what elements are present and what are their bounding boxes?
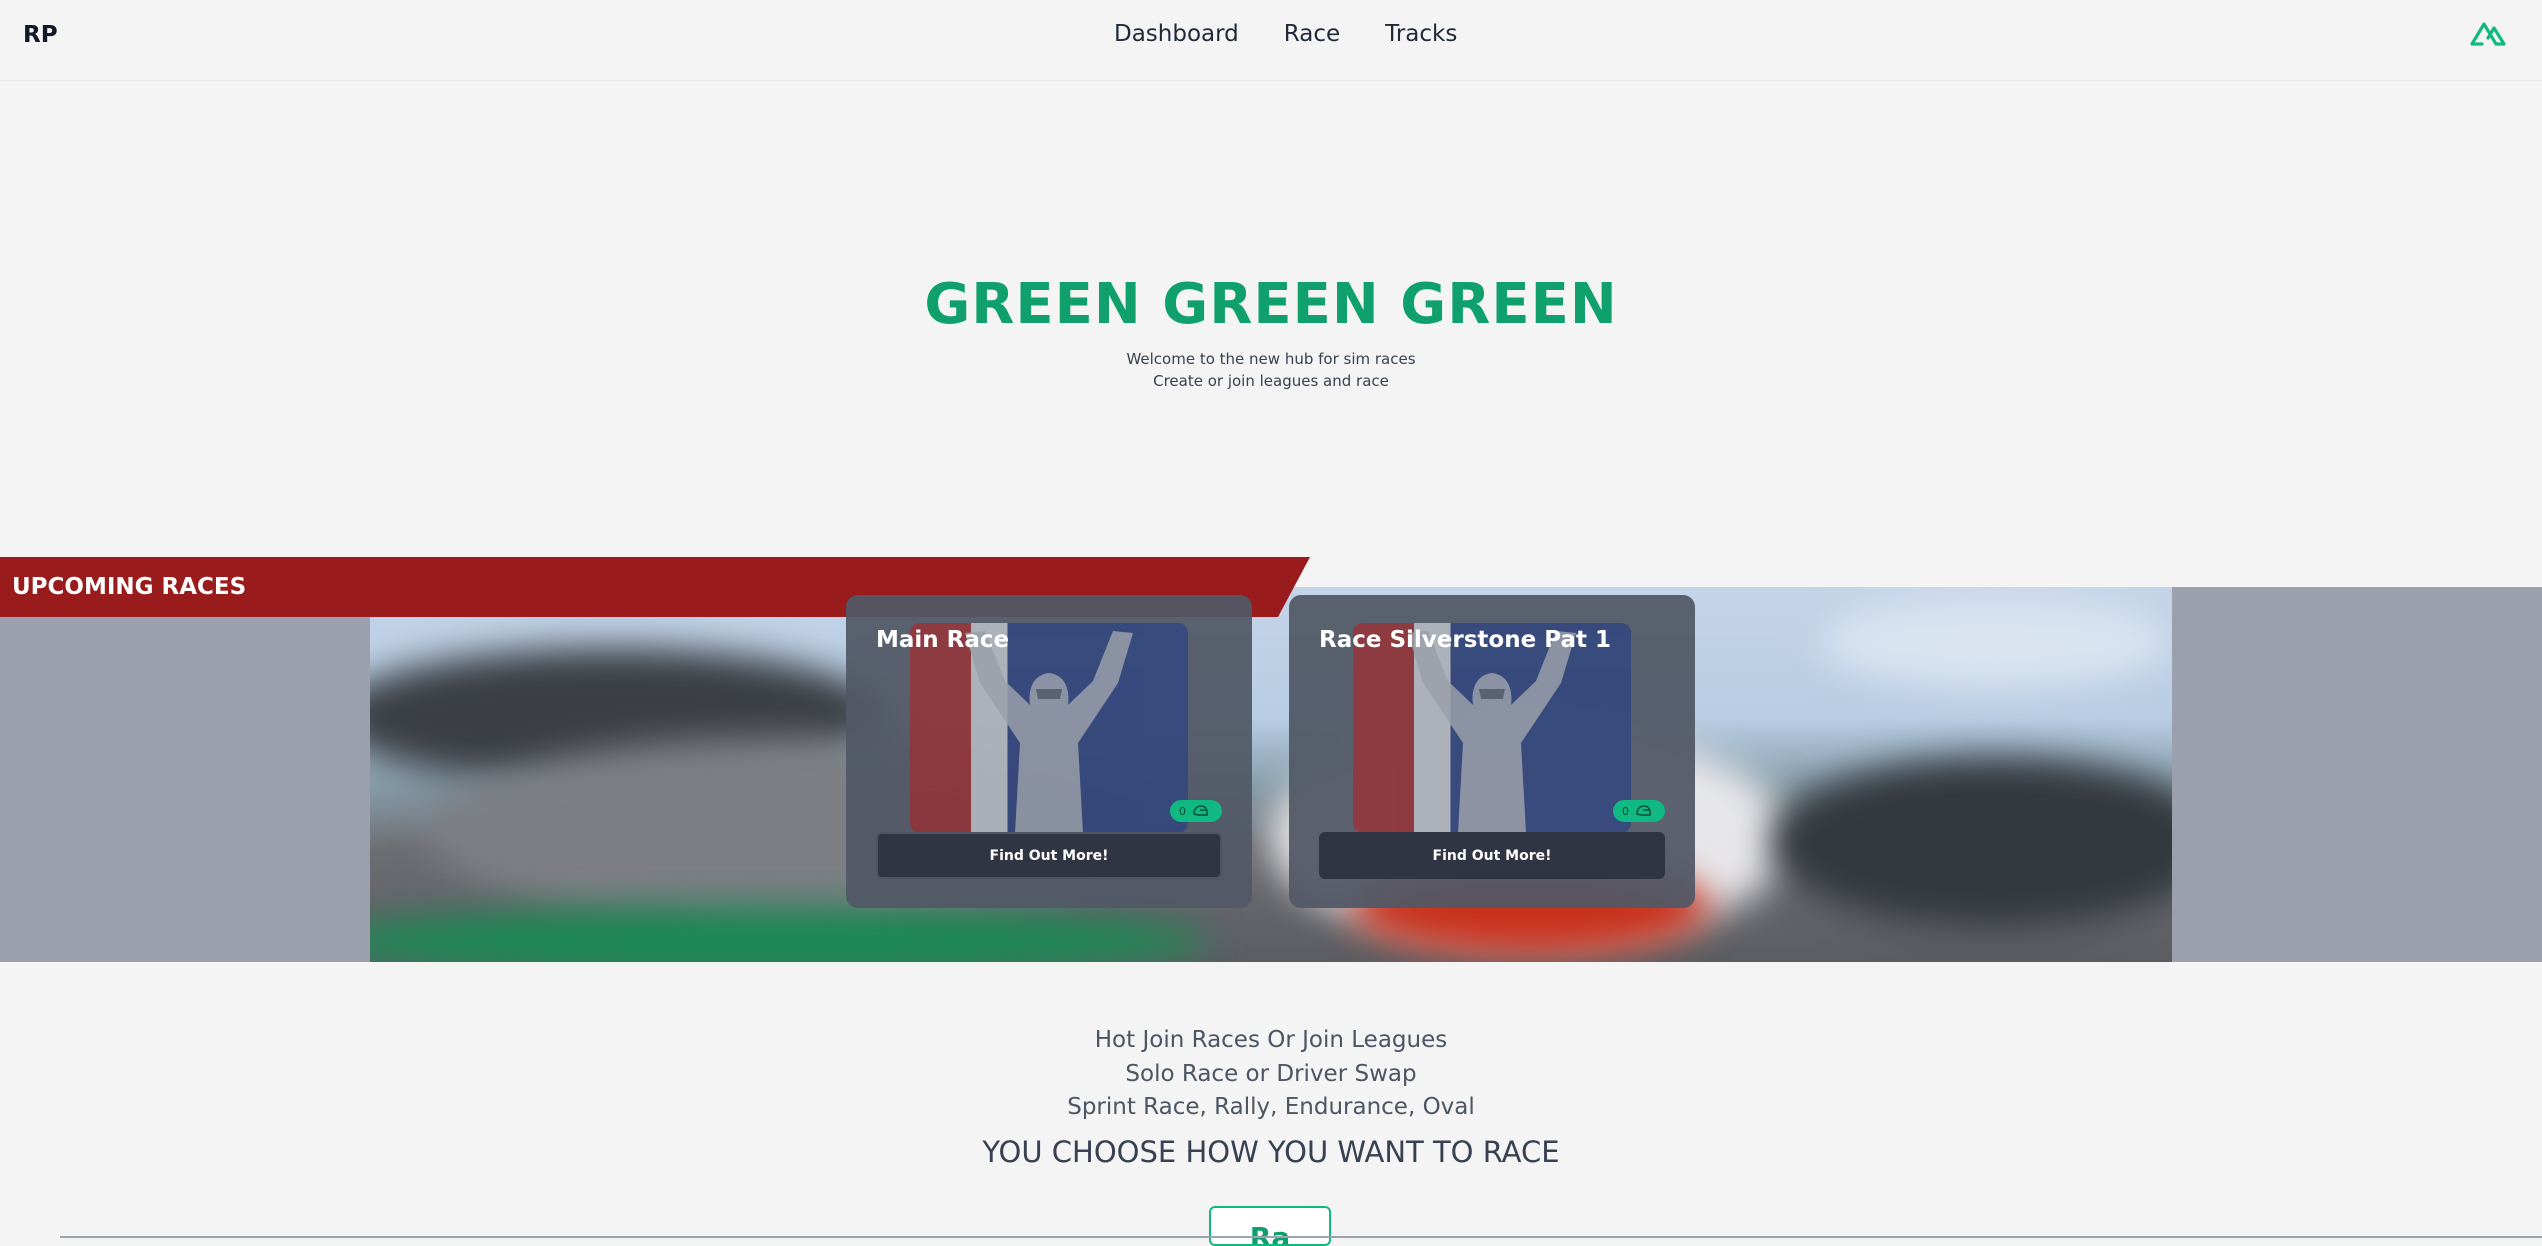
nav-link-tracks[interactable]: Tracks	[1385, 21, 1457, 47]
race-background-image	[370, 587, 2172, 962]
brand-logo[interactable]: RP	[23, 22, 58, 48]
race-card-silverstone: Race Silverstone Pat 1 0 Find Out More!	[1289, 595, 1695, 908]
race-card-title: Main Race	[876, 627, 1010, 653]
find-out-more-button[interactable]: Find Out More!	[1319, 832, 1665, 879]
participants-badge: 0	[1170, 800, 1222, 822]
participants-badge: 0	[1613, 800, 1665, 822]
driver-silhouette-icon	[1408, 631, 1576, 833]
helmet-icon	[1193, 805, 1208, 816]
pitch-headline: YOU CHOOSE HOW YOU WANT TO RACE	[982, 1135, 1560, 1169]
nav-link-race[interactable]: Race	[1284, 21, 1340, 47]
hero-title: GREEN GREEN GREEN	[924, 272, 1618, 337]
race-cta-label: Ra	[1249, 1221, 1291, 1246]
hero-subtitle-line-1: Welcome to the new hub for sim races	[1126, 350, 1416, 368]
find-out-more-button[interactable]: Find Out More!	[876, 832, 1222, 879]
race-cta-button[interactable]: Ra	[1209, 1206, 1331, 1246]
race-card-main: Main Race 0 Find Out More!	[846, 595, 1252, 908]
upcoming-races-heading: UPCOMING RACES	[12, 574, 247, 600]
participants-count: 0	[1622, 804, 1629, 818]
race-card-image	[910, 623, 1188, 833]
pitch-line-3: Sprint Race, Rally, Endurance, Oval	[1067, 1094, 1475, 1120]
nuxt-logo-icon[interactable]	[2470, 20, 2506, 48]
nav-link-dashboard[interactable]: Dashboard	[1114, 21, 1239, 47]
nav-links: Dashboard Race Tracks	[1114, 21, 1457, 47]
hero-subtitle-line-2: Create or join leagues and race	[1153, 372, 1389, 390]
driver-silhouette-icon	[965, 631, 1133, 833]
race-card-title: Race Silverstone Pat 1	[1319, 627, 1611, 653]
race-card-image	[1353, 623, 1631, 833]
pitch-line-2: Solo Race or Driver Swap	[1125, 1061, 1417, 1087]
top-navbar: RP Dashboard Race Tracks	[0, 0, 2542, 81]
helmet-icon	[1636, 805, 1651, 816]
participants-count: 0	[1179, 804, 1186, 818]
pitch-line-1: Hot Join Races Or Join Leagues	[1094, 1027, 1448, 1053]
